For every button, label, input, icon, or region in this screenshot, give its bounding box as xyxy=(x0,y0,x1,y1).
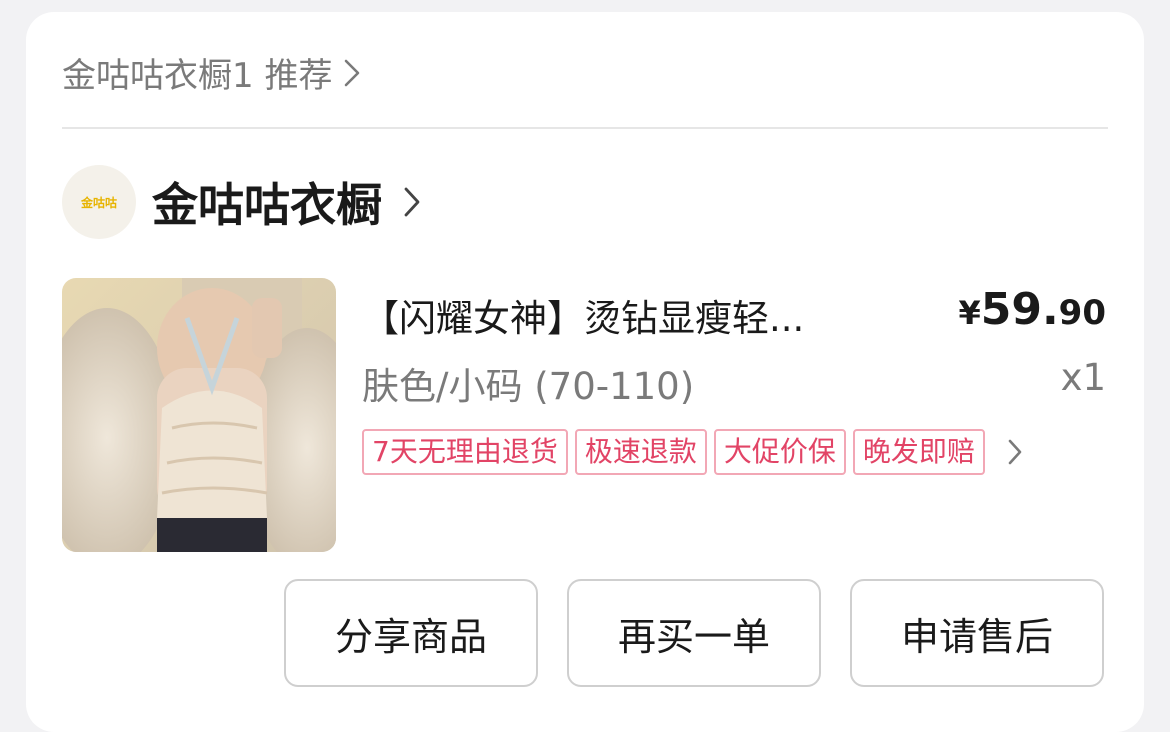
shop-avatar[interactable]: 金咕咕 xyxy=(62,165,136,239)
product-price: ¥59.90 xyxy=(958,284,1106,335)
recommend-label: 金咕咕衣橱1 推荐 xyxy=(62,56,333,96)
tag-price-protect: 大促价保 xyxy=(713,429,846,475)
price-symbol: ¥ xyxy=(958,294,981,332)
tag-refund: 极速退款 xyxy=(574,429,707,475)
service-tags[interactable]: 7天无理由退货 极速退款 大促价保 晚发即赔 xyxy=(362,429,1022,475)
chevron-right-icon[interactable] xyxy=(404,187,420,217)
after-sale-button[interactable]: 申请售后 xyxy=(850,579,1104,687)
product-title[interactable]: 【闪耀女神】烫钻显瘦轻... xyxy=(362,288,922,342)
product-spec: 肤色/小码 (70-110) xyxy=(362,365,695,408)
tag-late-compensate: 晚发即赔 xyxy=(852,429,985,475)
recommend-link[interactable]: 金咕咕衣橱1 推荐 xyxy=(62,48,360,97)
order-card: 金咕咕衣橱1 推荐 金咕咕 金咕咕衣橱 【闪耀女神】烫钻显瘦轻... ¥59.9… xyxy=(26,12,1144,732)
rebuy-button[interactable]: 再买一单 xyxy=(567,579,821,687)
share-product-button[interactable]: 分享商品 xyxy=(284,579,538,687)
price-decimal: 90 xyxy=(1058,293,1106,333)
tag-return: 7天无理由退货 xyxy=(362,429,568,475)
chevron-right-icon xyxy=(344,59,360,87)
price-integer: 59. xyxy=(980,284,1059,335)
shop-logo: 金咕咕 xyxy=(80,195,117,210)
shop-header[interactable]: 金咕咕 金咕咕衣橱 xyxy=(62,165,420,239)
divider xyxy=(62,127,1108,129)
chevron-right-icon[interactable] xyxy=(1008,439,1022,465)
shop-name[interactable]: 金咕咕衣橱 xyxy=(152,169,382,235)
product-quantity: x1 xyxy=(1060,356,1106,399)
product-image[interactable] xyxy=(62,278,336,552)
